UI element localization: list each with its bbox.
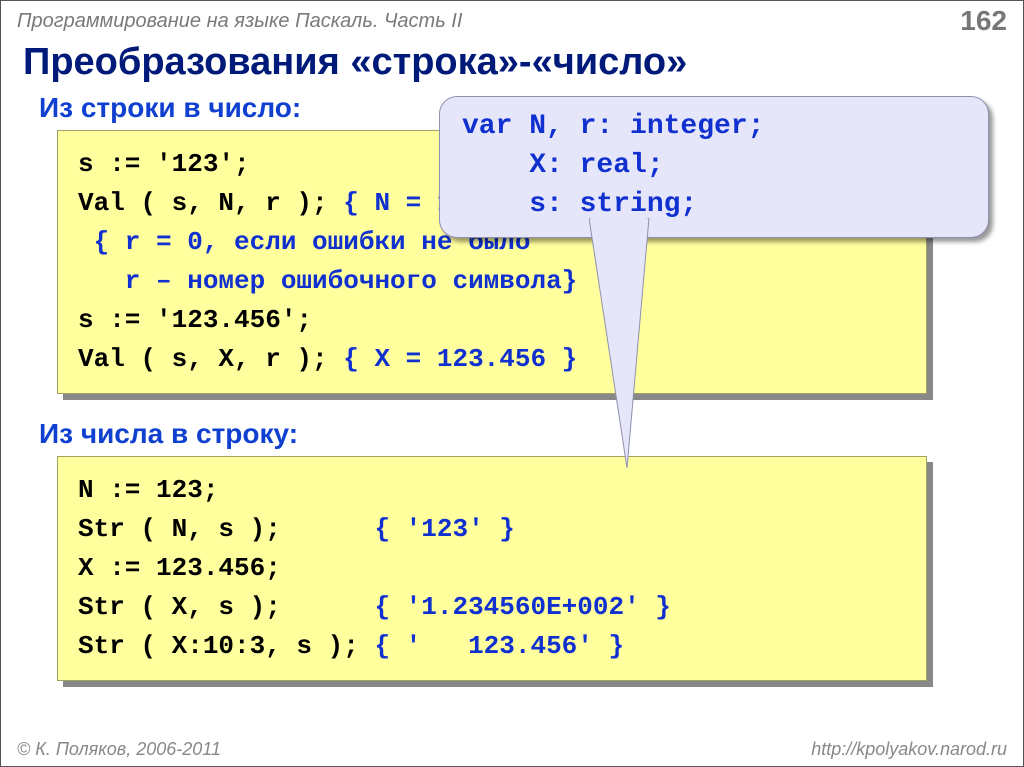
callout-line: s: string; xyxy=(462,189,697,220)
code-line: Str ( X:10:3, s ); xyxy=(78,631,374,661)
copyright: © К. Поляков, 2006-2011 xyxy=(17,739,221,760)
slide-title: Преобразования «строка»-«число» xyxy=(23,41,1007,84)
section-2-heading: Из числа в строку: xyxy=(39,418,1023,450)
slide: Программирование на языке Паскаль. Часть… xyxy=(0,0,1024,767)
footer: © К. Поляков, 2006-2011 http://kpolyakov… xyxy=(1,735,1023,766)
code-line: Val ( s, N, r ); xyxy=(78,188,343,218)
callout-line: var N, r: integer; xyxy=(462,111,764,142)
callout-box: var N, r: integer; X: real; s: string; xyxy=(439,96,989,238)
course-title: Программирование на языке Паскаль. Часть… xyxy=(17,10,462,33)
code-comment: r – номер ошибочного символа} xyxy=(78,266,577,296)
code-line: N := 123; xyxy=(78,475,218,505)
code-line: Str ( X, s ); xyxy=(78,592,374,622)
code-line: Val ( s, X, r ); xyxy=(78,344,343,374)
code-line: s := '123'; xyxy=(78,149,250,179)
code-comment: { '1.234560E+002' } xyxy=(374,592,670,622)
code-comment: { X = 123.456 } xyxy=(343,344,577,374)
code-line: Str ( N, s ); xyxy=(78,514,374,544)
code-comment: { ' 123.456' } xyxy=(374,631,624,661)
code-line: X := 123.456; xyxy=(78,553,281,583)
page-number: 162 xyxy=(960,5,1007,37)
callout-line: X: real; xyxy=(462,150,664,181)
code-panel-2: N := 123; Str ( N, s ); { '123' } X := 1… xyxy=(57,456,927,681)
var-callout: var N, r: integer; X: real; s: string; xyxy=(439,96,989,238)
code-box-2: N := 123; Str ( N, s ); { '123' } X := 1… xyxy=(57,456,927,681)
top-bar: Программирование на языке Паскаль. Часть… xyxy=(1,1,1023,37)
code-line: s := '123.456'; xyxy=(78,305,312,335)
code-comment: { '123' } xyxy=(374,514,514,544)
footer-url: http://kpolyakov.narod.ru xyxy=(811,739,1007,760)
